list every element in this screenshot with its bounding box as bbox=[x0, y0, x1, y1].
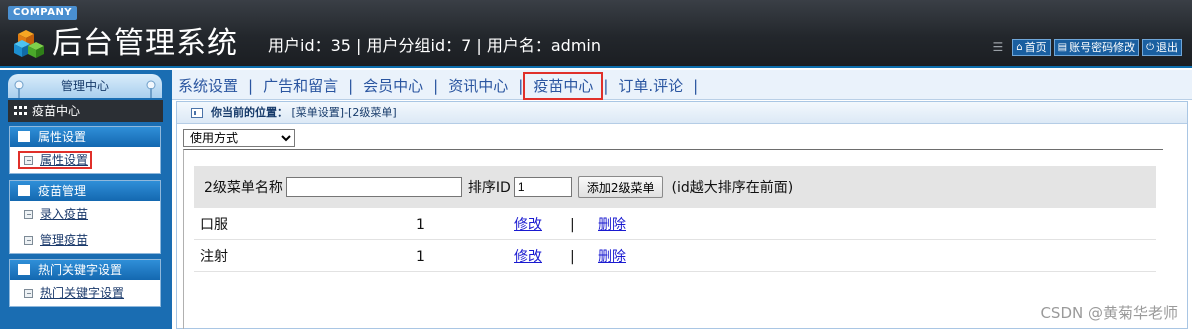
sidebar-item-hot-keywords[interactable]: 热门关键字设置 bbox=[10, 280, 160, 306]
table-row: 口服 1 修改 | 删除 bbox=[194, 210, 1156, 240]
content-panel: 2级菜单名称 排序ID 添加2级菜单 (id越大排序在前面) 口服 1 修改 |… bbox=[183, 149, 1163, 329]
filter-row: 使用方式 bbox=[183, 129, 295, 147]
nav-item-members[interactable]: 会员中心 bbox=[357, 76, 429, 96]
nav-item-orders[interactable]: 订单.评论 bbox=[612, 76, 689, 96]
top-links: ☰ ⌂ 首页 ▤ 账号密码修改 ⏻ 退出 bbox=[992, 38, 1182, 56]
sort-id-input[interactable] bbox=[513, 177, 572, 197]
cubes-logo-icon bbox=[14, 30, 44, 58]
power-icon: ⏻ bbox=[1146, 41, 1154, 53]
doc-icon bbox=[24, 156, 33, 165]
menu-grip-icon: ☰ bbox=[992, 40, 1004, 54]
add-vaccine-link[interactable]: 录入疫苗 bbox=[40, 207, 88, 221]
pin-icon bbox=[14, 80, 24, 98]
menu-group-header[interactable]: 热门关键字设置 bbox=[10, 260, 160, 280]
menu-group-header[interactable]: 属性设置 bbox=[10, 127, 160, 147]
management-center-label: 管理中心 bbox=[60, 79, 109, 93]
nav-separator: | bbox=[693, 77, 699, 95]
sidebar-item-attribute-settings[interactable]: 属性设置 bbox=[10, 147, 160, 173]
watermark: CSDN @黄菊华老师 bbox=[1040, 304, 1178, 322]
home-icon: ⌂ bbox=[1016, 41, 1023, 53]
nav-item-ads[interactable]: 广告和留言 bbox=[257, 76, 344, 96]
book-icon bbox=[18, 264, 30, 275]
menu-group-hot-keywords: 热门关键字设置 热门关键字设置 bbox=[9, 259, 161, 307]
home-link[interactable]: ⌂ 首页 bbox=[1012, 38, 1051, 56]
menu-group-attributes: 属性设置 属性设置 bbox=[9, 126, 161, 174]
nav-separator: | bbox=[348, 77, 354, 95]
book-icon bbox=[18, 131, 30, 142]
pin-icon bbox=[146, 80, 156, 98]
main-content: 你当前的位置： [菜单设置]-[2级菜单] 使用方式 2级菜单名称 排序ID 添… bbox=[176, 101, 1188, 329]
delete-link[interactable]: 删除 bbox=[598, 210, 626, 240]
doc-icon bbox=[24, 210, 33, 219]
grid-dots-icon bbox=[14, 106, 27, 115]
add-submenu-button[interactable]: 添加2级菜单 bbox=[577, 176, 664, 198]
nav-separator: | bbox=[518, 77, 524, 95]
menu-group-header[interactable]: 疫苗管理 bbox=[10, 181, 160, 201]
manage-vaccine-link[interactable]: 管理疫苗 bbox=[40, 233, 88, 247]
table-row: 注射 1 修改 | 删除 bbox=[194, 242, 1156, 272]
sidebar-item-manage-vaccine[interactable]: 管理疫苗 bbox=[10, 227, 160, 253]
nav-separator: | bbox=[433, 77, 439, 95]
add-submenu-form: 2级菜单名称 排序ID 添加2级菜单 (id越大排序在前面) bbox=[194, 166, 1156, 208]
row-order: 1 bbox=[416, 249, 425, 265]
submenu-name-input[interactable] bbox=[285, 177, 462, 197]
nav-item-system[interactable]: 系统设置 bbox=[172, 76, 244, 96]
company-logo-text: COMPANY bbox=[8, 6, 78, 20]
delete-link[interactable]: 删除 bbox=[598, 242, 626, 272]
usage-select[interactable]: 使用方式 bbox=[183, 129, 295, 147]
window-icon bbox=[191, 108, 203, 118]
row-order: 1 bbox=[416, 217, 425, 233]
system-title: 后台管理系统 bbox=[52, 26, 238, 61]
current-module: 疫苗中心 bbox=[8, 100, 163, 122]
breadcrumb-path: [菜单设置]-[2级菜单] bbox=[291, 106, 397, 119]
row-separator: | bbox=[570, 217, 575, 233]
row-name: 注射 bbox=[200, 249, 228, 265]
nav-separator: | bbox=[248, 77, 254, 95]
menu-group-vaccine: 疫苗管理 录入疫苗 管理疫苗 bbox=[9, 180, 161, 254]
doc-icon bbox=[24, 289, 33, 298]
sidebar-item-add-vaccine[interactable]: 录入疫苗 bbox=[10, 201, 160, 227]
nav-item-news[interactable]: 资讯中心 bbox=[442, 76, 514, 96]
breadcrumb: 你当前的位置： [菜单设置]-[2级菜单] bbox=[177, 102, 1187, 124]
top-header: COMPANY 后台管理系统 用户id：35 | 用户分组id：7 | 用户名：… bbox=[0, 0, 1192, 68]
row-separator: | bbox=[570, 249, 575, 265]
nav-list: 系统设置 | 广告和留言 | 会员中心 | 资讯中心 | 疫苗中心 | 订单.评… bbox=[172, 72, 702, 100]
book-icon bbox=[18, 185, 30, 196]
sort-label: 排序ID bbox=[467, 180, 511, 196]
doc-icon bbox=[24, 236, 33, 245]
change-password-link[interactable]: ▤ 账号密码修改 bbox=[1053, 38, 1140, 56]
top-nav: 系统设置 | 广告和留言 | 会员中心 | 资讯中心 | 疫苗中心 | 订单.评… bbox=[172, 70, 1192, 100]
name-label: 2级菜单名称 bbox=[204, 180, 283, 196]
edit-link[interactable]: 修改 bbox=[514, 242, 542, 272]
user-info: 用户id：35 | 用户分组id：7 | 用户名：admin bbox=[268, 36, 602, 55]
logout-link[interactable]: ⏻ 退出 bbox=[1142, 38, 1182, 56]
nav-item-vaccine[interactable]: 疫苗中心 bbox=[523, 72, 604, 100]
document-icon: ▤ bbox=[1057, 41, 1068, 53]
row-name: 口服 bbox=[200, 217, 228, 233]
hot-keywords-link[interactable]: 热门关键字设置 bbox=[40, 286, 124, 300]
breadcrumb-label: 你当前的位置： bbox=[211, 106, 288, 119]
edit-link[interactable]: 修改 bbox=[514, 210, 542, 240]
sort-hint: (id越大排序在前面) bbox=[671, 180, 794, 196]
nav-separator: | bbox=[603, 77, 609, 95]
management-center-tab: 管理中心 bbox=[8, 74, 162, 98]
